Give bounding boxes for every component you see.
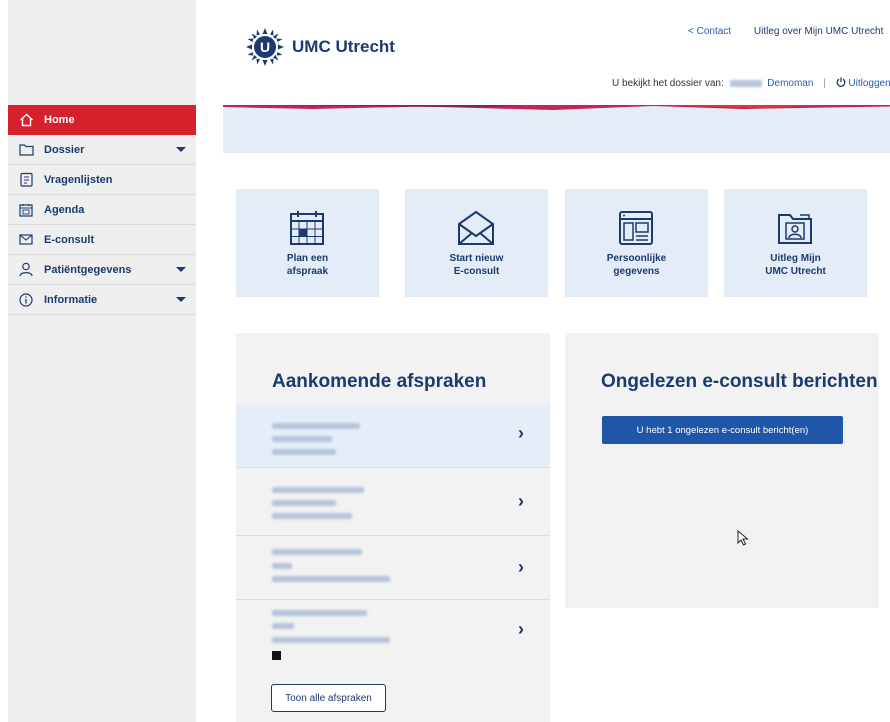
tile-persoonlijke-gegevens[interactable]: Persoonlijke gegevens bbox=[565, 189, 708, 297]
logo-text: UMC Utrecht bbox=[292, 37, 395, 56]
chevron-right-icon: › bbox=[518, 423, 524, 443]
divider bbox=[236, 535, 550, 536]
chevron-down-icon bbox=[176, 297, 186, 302]
chevron-right-icon: › bbox=[518, 619, 524, 639]
svg-text:U: U bbox=[260, 39, 270, 55]
logout-label: Uitloggen bbox=[848, 78, 890, 89]
chevron-right-icon: › bbox=[518, 557, 524, 577]
mouse-cursor-icon bbox=[737, 530, 749, 546]
divider bbox=[236, 599, 550, 600]
sidebar-item-label: Dossier bbox=[44, 143, 85, 156]
redacted-first-name bbox=[729, 79, 762, 87]
profile-card-icon bbox=[619, 211, 653, 245]
unread-econsult-button[interactable]: U hebt 1 ongelezen e-consult bericht(en) bbox=[602, 416, 843, 444]
contact-link[interactable]: < Contact bbox=[688, 26, 731, 37]
chevron-down-icon bbox=[176, 267, 186, 272]
tile-uitleg-mijn-umc[interactable]: Uitleg Mijn UMC Utrecht bbox=[724, 189, 867, 297]
sidebar-item-agenda[interactable]: Agenda bbox=[8, 195, 196, 225]
tile-start-econsult[interactable]: Start nieuw E-consult bbox=[405, 189, 548, 297]
separator: | bbox=[823, 78, 826, 89]
sidebar-item-dossier[interactable]: Dossier bbox=[8, 135, 196, 165]
appointment-row[interactable]: › bbox=[236, 539, 550, 601]
show-all-appointments-button[interactable]: Toon alle afspraken bbox=[271, 684, 386, 712]
appointment-row[interactable]: › bbox=[236, 601, 550, 663]
tile-label: Persoonlijke gegevens bbox=[606, 253, 667, 277]
sidebar-item-home[interactable]: Home bbox=[8, 105, 196, 135]
envelope-open-icon bbox=[458, 210, 494, 245]
sidebar-item-label: E-consult bbox=[44, 233, 95, 246]
sidebar-item-econsult[interactable]: E-consult bbox=[8, 225, 196, 255]
econsult-title: Ongelezen e-consult berichten bbox=[601, 371, 878, 392]
sidebar-item-vragenlijsten[interactable]: Vragenlijsten bbox=[8, 165, 196, 195]
appointments-title: Aankomende afspraken bbox=[272, 371, 487, 392]
sidebar-item-label: Informatie bbox=[44, 293, 98, 306]
sidebar-item-label: Vragenlijsten bbox=[44, 173, 113, 186]
sidebar-nav: Home Dossier Vragenlijsten Agenda E-cons… bbox=[8, 105, 196, 315]
sidebar-item-label: Patiëntgegevens bbox=[44, 263, 132, 276]
calendar-grid-icon bbox=[290, 211, 324, 245]
tile-label: Uitleg Mijn UMC Utrecht bbox=[765, 253, 826, 277]
envelope-icon bbox=[18, 232, 34, 248]
econsult-panel: Ongelezen e-consult berichten bbox=[565, 333, 879, 608]
sidebar-item-label: Agenda bbox=[44, 203, 85, 216]
patient-name: Demoman bbox=[767, 78, 814, 89]
clipboard-icon bbox=[18, 172, 34, 188]
chevron-down-icon bbox=[176, 147, 186, 152]
sidebar-item-label: Home bbox=[44, 113, 75, 126]
divider bbox=[236, 467, 550, 468]
calendar-icon bbox=[18, 202, 34, 218]
appointment-row[interactable]: › bbox=[236, 473, 550, 535]
app-root: Home Dossier Vragenlijsten Agenda E-cons… bbox=[0, 0, 890, 722]
home-icon bbox=[18, 112, 34, 128]
top-links: < Contact Uitleg over Mijn UMC Utrecht bbox=[688, 26, 883, 37]
hero-banner bbox=[223, 105, 890, 153]
logout-link[interactable]: Uitloggen bbox=[836, 77, 890, 89]
tile-plan-afspraak[interactable]: Plan een afspraak bbox=[236, 189, 379, 297]
dossier-prefix: U bekijkt het dossier van: bbox=[612, 78, 724, 89]
sidebar-item-patientgegevens[interactable]: Patiëntgegevens bbox=[8, 255, 196, 285]
folder-person-icon bbox=[778, 214, 812, 244]
folder-icon bbox=[18, 142, 34, 158]
sidebar: Home Dossier Vragenlijsten Agenda E-cons… bbox=[8, 0, 196, 722]
redacted-marker bbox=[272, 651, 281, 660]
tile-label: Start nieuw E-consult bbox=[449, 253, 504, 277]
appointment-row[interactable]: › bbox=[236, 405, 550, 467]
umc-logo[interactable]: U UMC Utrecht bbox=[244, 26, 395, 68]
banner-stripe bbox=[223, 105, 890, 113]
info-icon bbox=[18, 292, 34, 308]
chevron-right-icon: › bbox=[518, 491, 524, 511]
umc-seal-icon: U bbox=[246, 28, 284, 66]
tile-label: Plan een afspraak bbox=[286, 253, 329, 277]
dossier-info: U bekijkt het dossier van: Demoman | Uit… bbox=[612, 77, 890, 89]
sidebar-item-informatie[interactable]: Informatie bbox=[8, 285, 196, 315]
person-icon bbox=[18, 262, 34, 278]
appointments-panel: Aankomende afspraken › › › › bbox=[236, 333, 550, 722]
power-icon bbox=[836, 77, 845, 87]
about-link[interactable]: Uitleg over Mijn UMC Utrecht bbox=[754, 26, 883, 37]
